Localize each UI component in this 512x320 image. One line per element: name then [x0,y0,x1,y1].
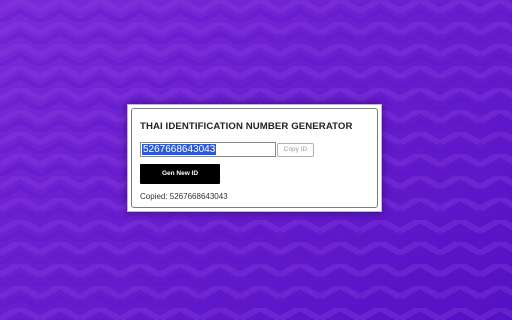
generator-card: THAI IDENTIFICATION NUMBER GENERATOR 526… [127,104,382,212]
generator-panel: THAI IDENTIFICATION NUMBER GENERATOR 526… [131,108,378,208]
generate-id-button[interactable]: Gen New ID [140,164,220,184]
id-input[interactable]: 5267668643043 [140,142,276,157]
page-title: THAI IDENTIFICATION NUMBER GENERATOR [140,121,353,132]
id-value-selected: 5267668643043 [142,144,217,155]
copy-id-button[interactable]: Copy ID [277,143,314,157]
copied-status: Copied: 5267668643043 [140,192,228,201]
